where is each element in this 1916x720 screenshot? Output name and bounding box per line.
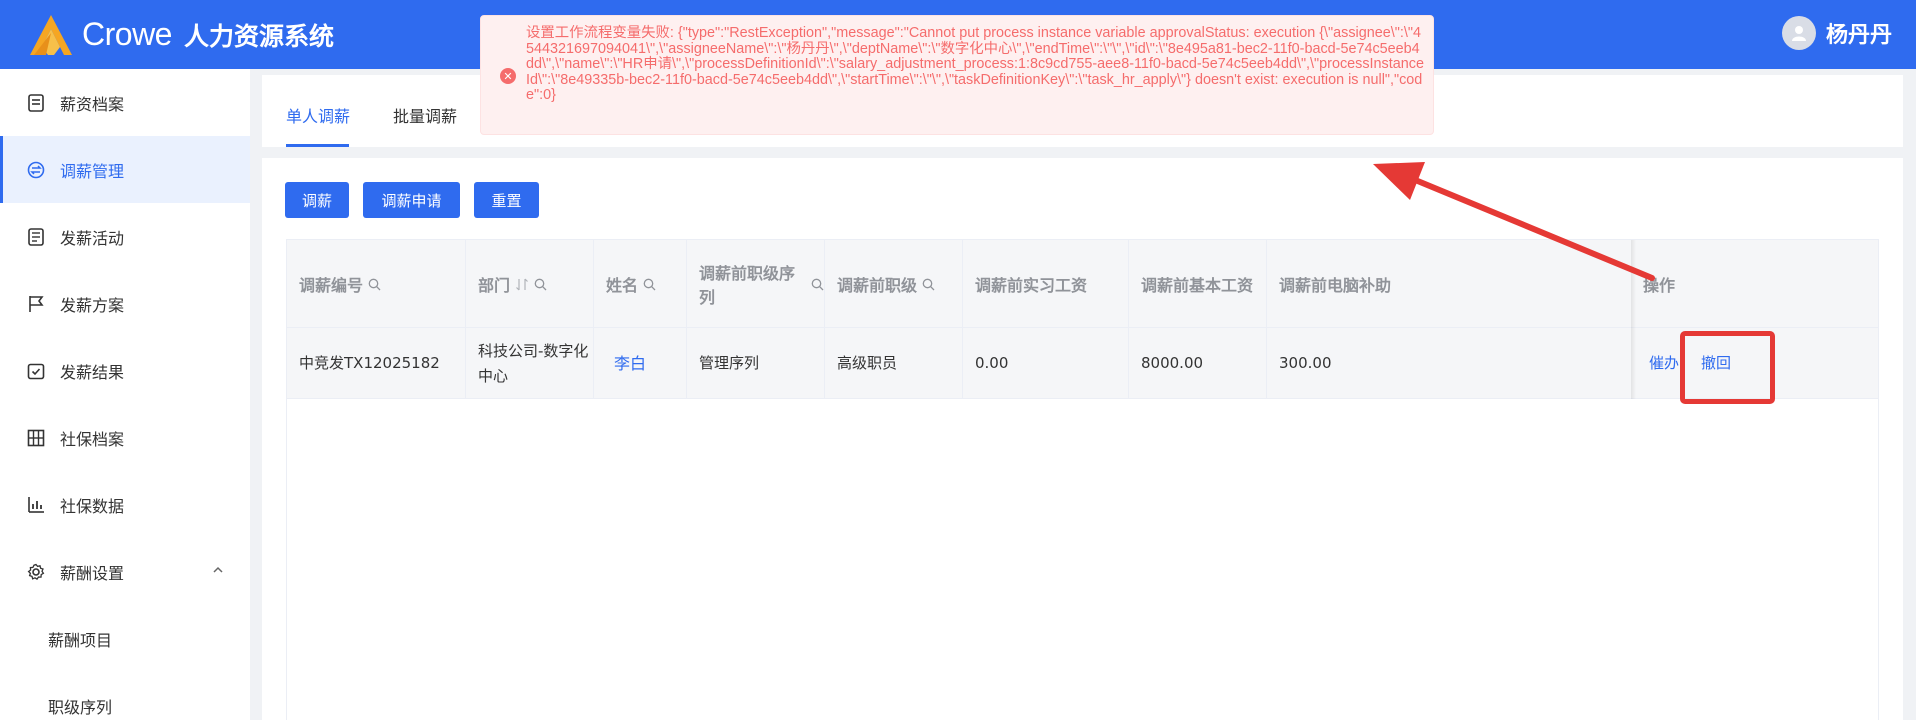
- search-icon[interactable]: [643, 278, 656, 291]
- sidebar-item-label: 社保数据: [60, 496, 125, 516]
- search-icon[interactable]: [534, 278, 547, 291]
- chevron-up-icon[interactable]: [210, 562, 226, 578]
- cell-base-salary: 8000.00: [1129, 328, 1267, 399]
- sidebar: 薪资档案 调薪管理 发薪活动 发薪方案 发薪结果 社保档案 社保数据 薪酬设置 …: [0, 69, 250, 720]
- bar-chart-icon: [26, 495, 46, 515]
- user-name[interactable]: 杨丹丹: [1826, 17, 1892, 49]
- sidebar-item-label: 薪酬项目: [48, 630, 113, 650]
- sidebar-item-label: 薪资档案: [60, 94, 125, 114]
- column-header-intern-salary: 调薪前实习工资: [963, 240, 1129, 328]
- sidebar-item-social-data[interactable]: 社保数据: [0, 471, 250, 538]
- logo: Crowe: [26, 13, 172, 57]
- sidebar-item-label: 薪酬设置: [60, 563, 125, 583]
- avatar[interactable]: [1781, 16, 1816, 50]
- sidebar-item-label: 发薪方案: [60, 295, 125, 315]
- table-row: 中竞发TX12025182 科技公司-数字化 中心 李白 管理序列 高级职员 0…: [287, 328, 1878, 399]
- table-header: 调薪编号 部门 姓名 调薪前职级序列 调薪前职级 调薪前实习工资 调薪前基本工资…: [287, 240, 1878, 328]
- column-header-computer-allowance: 调薪前电脑补助: [1279, 276, 1392, 295]
- sidebar-item-pay-activity[interactable]: 发薪活动: [0, 203, 250, 270]
- adjustment-apply-button[interactable]: 调薪申请: [363, 182, 460, 218]
- salary-adjustment-table: 调薪编号 部门 姓名 调薪前职级序列 调薪前职级 调薪前实习工资 调薪前基本工资…: [286, 239, 1879, 720]
- logo-text: Crowe: [82, 16, 172, 52]
- cell-intern-salary: 0.00: [963, 328, 1129, 399]
- exchange-icon: [26, 160, 46, 180]
- grid-icon: [26, 428, 46, 448]
- active-tab-indicator: [286, 144, 349, 147]
- sidebar-item-social-archive[interactable]: 社保档案: [0, 404, 250, 471]
- crowe-logo-icon: [30, 14, 72, 55]
- withdraw-button[interactable]: 撤回: [1701, 351, 1731, 376]
- cell-name-link[interactable]: 李白: [594, 328, 687, 399]
- sidebar-item-salary-archive[interactable]: 薪资档案: [0, 69, 250, 136]
- error-message-toast: ✕ 设置工作流程变量失败: {"type":"RestException","m…: [480, 15, 1434, 135]
- error-message-text: 设置工作流程变量失败: {"type":"RestException","mes…: [526, 25, 1424, 104]
- sidebar-item-label: 调薪管理: [60, 161, 125, 181]
- user-icon: [1791, 26, 1806, 41]
- cell-code: 中竞发TX12025182: [287, 328, 466, 399]
- cell-dept: 科技公司-数字化 中心: [466, 328, 594, 399]
- column-header-name[interactable]: 姓名: [594, 240, 687, 328]
- column-header-dept[interactable]: 部门: [466, 240, 594, 328]
- urge-button[interactable]: 催办: [1649, 351, 1679, 376]
- sidebar-item-pay-items[interactable]: 薪酬项目: [0, 605, 250, 672]
- sidebar-item-grade-series[interactable]: 职级序列: [0, 672, 250, 720]
- column-header-grade-series[interactable]: 调薪前职级序列: [687, 240, 825, 328]
- sidebar-item-label: 职级序列: [48, 697, 113, 717]
- sidebar-item-pay-plan[interactable]: 发薪方案: [0, 270, 250, 337]
- check-calendar-icon: [26, 361, 46, 381]
- cell-grade: 高级职员: [825, 328, 963, 399]
- column-header-actions: 操作: [1643, 276, 1676, 295]
- column-header-grade[interactable]: 调薪前职级: [825, 240, 963, 328]
- app-title: 人力资源系统: [183, 21, 334, 51]
- main-content: 调薪 调薪申请 重置 调薪编号 部门 姓名 调薪前职级序列 调薪前职级 调薪前实…: [262, 158, 1903, 720]
- flag-icon: [26, 294, 46, 314]
- user-menu[interactable]: 杨丹丹: [1781, 16, 1892, 50]
- error-close-circle-icon: ✕: [500, 68, 516, 84]
- reset-button[interactable]: 重置: [474, 182, 539, 218]
- column-header-base-salary: 调薪前基本工资: [1129, 240, 1267, 328]
- sort-icon[interactable]: [515, 278, 529, 291]
- gear-icon: [26, 562, 46, 582]
- sidebar-item-label: 发薪结果: [60, 362, 125, 382]
- adjust-button[interactable]: 调薪: [285, 182, 349, 218]
- list-icon: [26, 227, 46, 247]
- cell-grade-series: 管理序列: [687, 328, 825, 399]
- search-icon[interactable]: [811, 278, 824, 291]
- sidebar-item-pay-result[interactable]: 发薪结果: [0, 337, 250, 404]
- column-header-code[interactable]: 调薪编号: [287, 240, 466, 328]
- cell-actions: 催办 撤回: [1631, 328, 1878, 399]
- tab-batch-adjustment[interactable]: 批量调薪: [393, 103, 457, 127]
- fixed-column-shadow: [1631, 240, 1636, 399]
- cell-computer-allowance: 300.00: [1279, 354, 1332, 372]
- sidebar-item-pay-settings[interactable]: 薪酬设置: [0, 538, 250, 605]
- tab-single-adjustment[interactable]: 单人调薪: [286, 103, 350, 127]
- sidebar-item-label: 社保档案: [60, 429, 125, 449]
- sidebar-item-label: 发薪活动: [60, 228, 125, 248]
- search-icon[interactable]: [922, 278, 935, 291]
- search-icon[interactable]: [368, 278, 381, 291]
- sidebar-item-salary-adjustment[interactable]: 调薪管理: [0, 136, 250, 203]
- document-icon: [26, 93, 46, 113]
